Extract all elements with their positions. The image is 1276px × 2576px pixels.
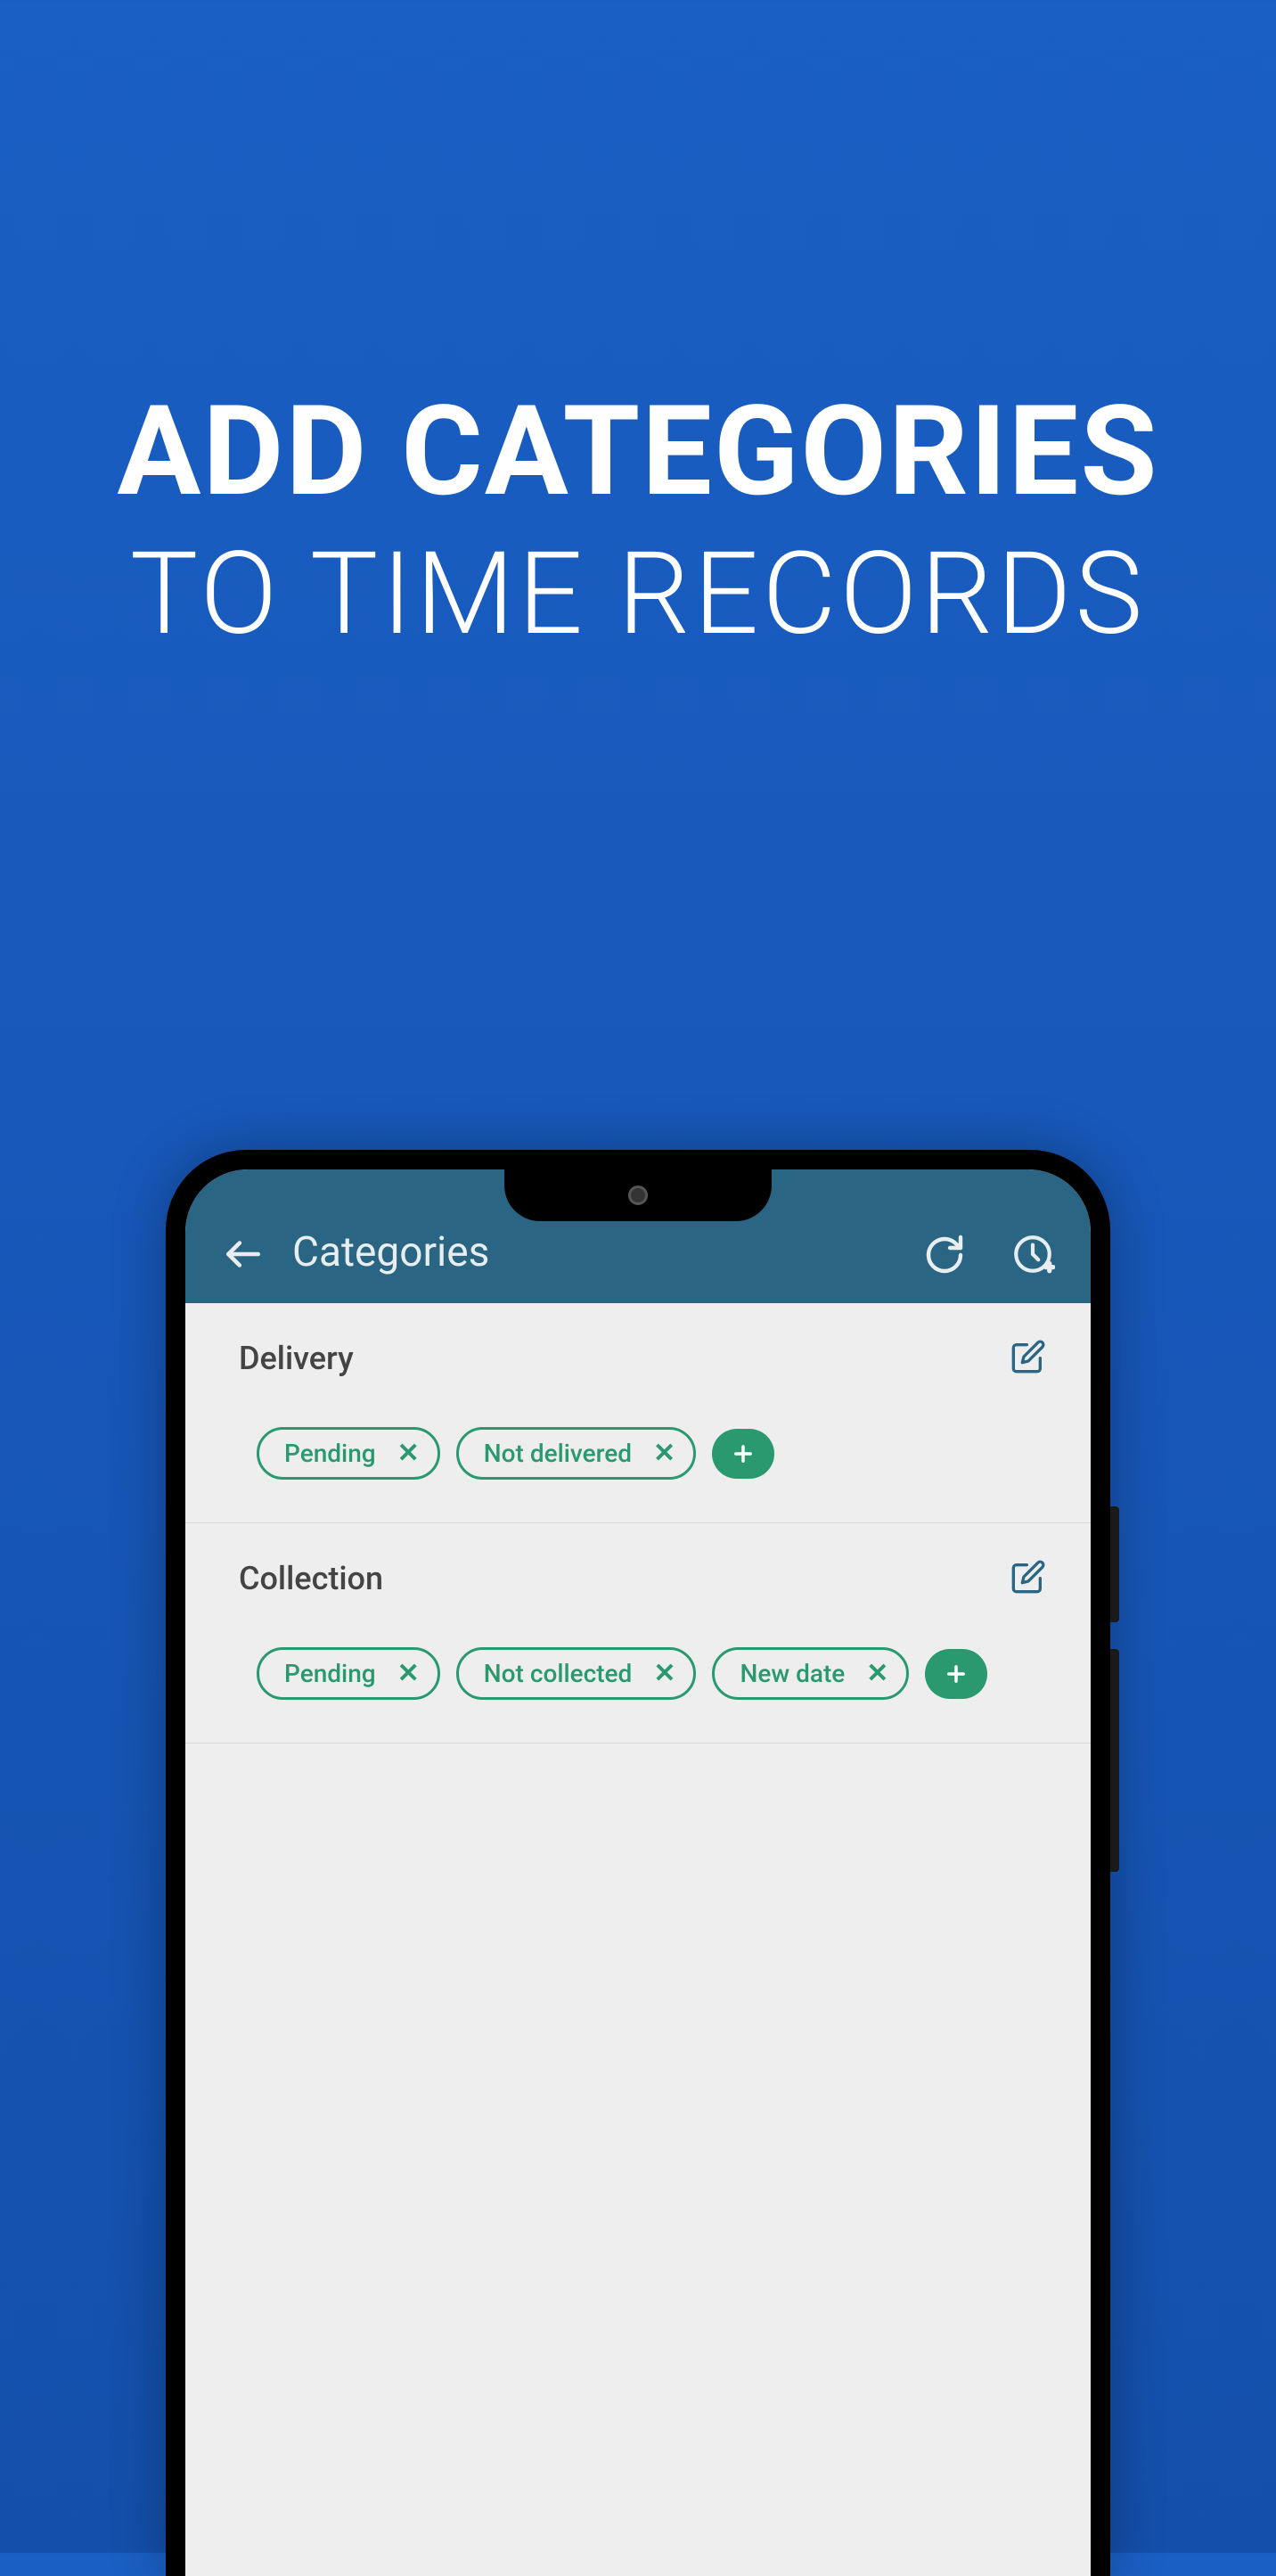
category-chip[interactable]: Pending ✕ (257, 1647, 440, 1700)
promo-heading: ADD CATEGORIES TO TIME RECORDS (0, 0, 1276, 669)
category-section-delivery: Delivery Pending ✕ Not delivered ✕ (185, 1303, 1091, 1523)
category-chip[interactable]: Not collected ✕ (456, 1647, 697, 1700)
category-chip[interactable]: New date ✕ (712, 1647, 909, 1700)
section-header: Delivery (239, 1339, 1046, 1378)
chip-label: Pending (284, 1439, 376, 1468)
close-icon[interactable]: ✕ (866, 1661, 888, 1687)
add-chip-button[interactable] (712, 1429, 774, 1479)
chip-label: New date (740, 1659, 845, 1688)
phone-frame: Categories Delivery Pending ✕ (166, 1150, 1110, 2576)
close-icon[interactable]: ✕ (653, 1440, 675, 1467)
page-title: Categories (292, 1228, 879, 1276)
chip-label: Not delivered (484, 1439, 632, 1468)
chip-label: Not collected (484, 1659, 633, 1688)
section-header: Collection (239, 1559, 1046, 1598)
chip-label: Pending (284, 1659, 376, 1688)
edit-icon[interactable] (1010, 1559, 1046, 1598)
close-icon[interactable]: ✕ (397, 1661, 420, 1687)
close-icon[interactable]: ✕ (397, 1440, 420, 1467)
phone-side-button (1110, 1649, 1119, 1872)
phone-notch (504, 1169, 772, 1221)
section-title: Delivery (239, 1340, 354, 1377)
refresh-icon[interactable] (923, 1234, 966, 1276)
chips-row: Pending ✕ Not collected ✕ New date ✕ (239, 1647, 1046, 1700)
phone-screen: Categories Delivery Pending ✕ (185, 1169, 1091, 2576)
edit-icon[interactable] (1010, 1339, 1046, 1378)
camera-dot (628, 1185, 648, 1205)
close-icon[interactable]: ✕ (653, 1661, 675, 1687)
clock-add-icon[interactable] (1010, 1232, 1055, 1276)
back-arrow-icon[interactable] (221, 1232, 266, 1276)
phone-side-button (1110, 1506, 1119, 1622)
category-chip[interactable]: Pending ✕ (257, 1427, 440, 1480)
section-title: Collection (239, 1560, 383, 1597)
chips-row: Pending ✕ Not delivered ✕ (239, 1427, 1046, 1480)
promo-line-2: TO TIME RECORDS (0, 521, 1276, 669)
category-chip[interactable]: Not delivered ✕ (456, 1427, 696, 1480)
add-chip-button[interactable] (925, 1649, 987, 1699)
category-section-collection: Collection Pending ✕ Not collected ✕ New… (185, 1523, 1091, 1743)
promo-line-1: ADD CATEGORIES (0, 383, 1276, 521)
